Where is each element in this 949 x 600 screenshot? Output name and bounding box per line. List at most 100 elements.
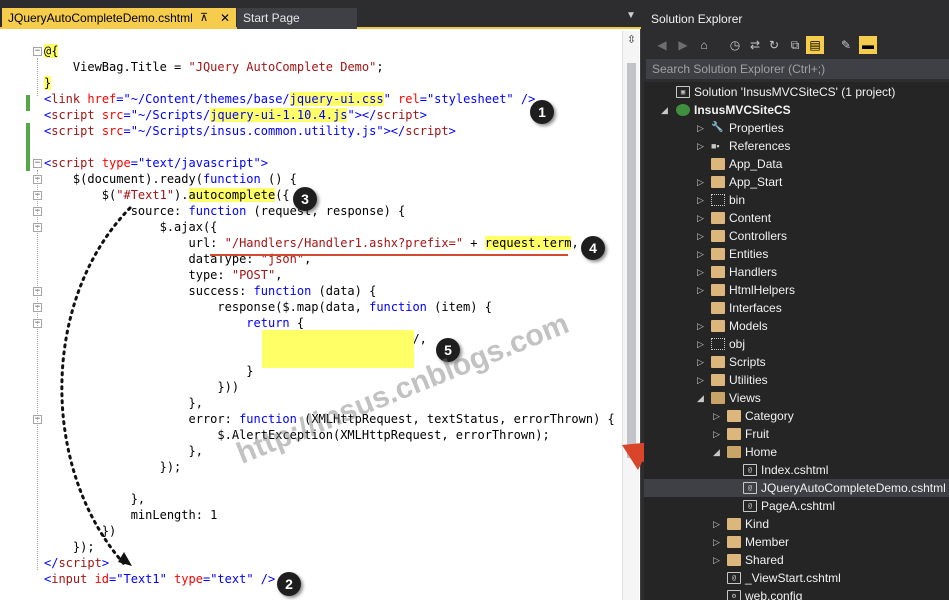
home-icon[interactable]: ⌂ [695,36,713,54]
collapsed-arrow-icon[interactable]: ▷ [697,317,707,335]
collapsed-arrow-icon[interactable]: ▷ [697,281,707,299]
collapsed-arrow-icon[interactable]: ▷ [697,173,707,191]
collapsed-arrow-icon[interactable]: ▷ [697,119,707,137]
expanded-arrow-icon[interactable]: ◢ [697,389,707,407]
collapsed-arrow-icon[interactable]: ▷ [697,209,707,227]
forward-icon[interactable]: ▶ [674,36,692,54]
collapse-icon[interactable]: − [33,159,42,168]
expanded-arrow-icon[interactable]: ◢ [661,101,671,119]
tree-item[interactable]: ▷ HtmlHelpers [644,281,949,299]
show-all-files-icon[interactable]: ▤ [806,36,824,54]
collapsed-arrow-icon[interactable]: ▷ [697,227,707,245]
tree-item[interactable]: ▷ obj [644,335,949,353]
tab-jquery-autocomplete-demo[interactable]: JQueryAutoCompleteDemo.cshtml ⊼ ✕ [2,8,236,29]
code-line[interactable]: <script type="text/javascript"> [44,155,268,171]
code-line[interactable]: }) [44,523,116,539]
close-icon[interactable]: ✕ [220,8,234,29]
tree-item[interactable]: ▷ Scripts [644,353,949,371]
collapse-all-icon[interactable]: ⧉ [786,36,804,54]
code-line[interactable]: ViewBag.Title = "JQuery AutoComplete Dem… [44,59,384,75]
tree-item[interactable]: ▷ App_Start [644,173,949,191]
code-line[interactable]: }, [44,395,202,411]
code-editor[interactable]: JQueryAutoCompleteDemo.cshtml ⊼ ✕ Start … [0,0,641,600]
collapsed-arrow-icon[interactable]: ▷ [697,191,707,209]
code-line[interactable]: $(document).ready(function () { [44,171,297,187]
tab-start-page[interactable]: Start Page [237,8,357,29]
search-input[interactable]: Search Solution Explorer (Ctrl+;) [646,59,949,79]
refresh-icon[interactable]: ↻ [765,36,783,54]
tree-item[interactable]: ▣ Solution 'InsusMVCSiteCS' (1 project) [644,83,949,101]
sync-icon[interactable]: ⇄ [746,36,764,54]
collapse-icon[interactable]: − [33,47,42,56]
code-line[interactable]: </script> [44,555,109,571]
collapsed-arrow-icon[interactable]: ▷ [713,551,723,569]
collapsed-arrow-icon[interactable]: ▷ [697,353,707,371]
code-line[interactable]: }); [44,539,95,555]
code-line[interactable]: } [44,75,52,91]
tree-item[interactable]: ▷ 🔧 Properties [644,119,949,137]
collapsed-arrow-icon[interactable]: ▷ [713,533,723,551]
code-line[interactable]: type: "POST", [44,267,282,283]
collapsed-arrow-icon[interactable]: ▷ [713,407,723,425]
code-line[interactable]: dataType: "json", [44,251,311,267]
collapsed-arrow-icon[interactable]: ▷ [697,371,707,389]
code-line[interactable]: return { [44,315,304,331]
tree-item[interactable]: ▷ bin [644,191,949,209]
vertical-scrollbar[interactable]: ⇳ [622,31,639,600]
collapsed-arrow-icon[interactable]: ▷ [697,335,707,353]
history-icon[interactable]: ◷ [726,36,744,54]
tree-item[interactable]: ▷ Member [644,533,949,551]
code-line[interactable]: <input id="Text1" type="text" /> [44,571,275,587]
code-line[interactable]: <link href="~/Content/themes/base/jquery… [44,91,535,107]
collapsed-arrow-icon[interactable]: ▷ [713,515,723,533]
tree-item[interactable]: App_Data [644,155,949,173]
code-line[interactable]: response($.map(data, function (item) { [44,299,492,315]
tree-item[interactable]: Interfaces [644,299,949,317]
code-line[interactable]: }, [44,443,202,459]
tree-item[interactable]: ⚙ web.config [644,587,949,600]
tree-item[interactable]: ▷ Fruit [644,425,949,443]
collapsed-arrow-icon[interactable]: ▷ [697,263,707,281]
tree-item[interactable]: ▷ Kind [644,515,949,533]
code-line[interactable]: minLength: 1 [44,507,218,523]
split-editor-icon[interactable]: ⇳ [625,33,638,47]
code-line[interactable]: })) [44,379,239,395]
tree-item[interactable]: ▷ Handlers [644,263,949,281]
tree-item[interactable]: @ Index.cshtml [644,461,949,479]
code-line[interactable]: @{ [44,43,59,59]
solution-tree[interactable]: ▣ Solution 'InsusMVCSiteCS' (1 project) ◢ I… [644,82,949,600]
code-line[interactable]: source: function (request, response) { [44,203,406,219]
code-line[interactable]: url: "/Handlers/Handler1.ashx?prefix=" +… [44,235,579,251]
code-line[interactable]: <script src="~/Scripts/insus.common.util… [44,123,456,139]
tree-item[interactable]: ▷ Content [644,209,949,227]
tree-item[interactable]: @ _ViewStart.cshtml [644,569,949,587]
collapsed-arrow-icon[interactable]: ▷ [697,137,707,155]
tree-item[interactable]: ▷ Controllers [644,227,949,245]
code-line[interactable]: $("#Text1").autocomplete({ [44,187,290,203]
back-icon[interactable]: ◀ [653,36,671,54]
tree-item[interactable]: ◢ Home [644,443,949,461]
code-line[interactable]: $.ajax({ [44,219,218,235]
collapsed-arrow-icon[interactable]: ▷ [697,245,707,263]
tree-item[interactable]: ▷ ■▪ References [644,137,949,155]
code-line[interactable]: } [44,363,253,379]
properties-icon[interactable]: ✎ [837,36,855,54]
tree-item[interactable]: ▷ Utilities [644,371,949,389]
tree-item[interactable]: ▷ Entities [644,245,949,263]
expanded-arrow-icon[interactable]: ◢ [713,443,723,461]
preview-icon[interactable]: ▬ [859,36,877,54]
code-line[interactable]: }, [44,491,145,507]
code-line[interactable]: success: function (data) { [44,283,376,299]
scrollbar-thumb[interactable] [627,63,636,458]
code-line[interactable]: }); [44,459,182,475]
tree-item[interactable]: ▷ Shared [644,551,949,569]
tree-item[interactable]: ◢ InsusMVCSiteCS [644,101,949,119]
code-line[interactable]: <script src="~/Scripts/jquery-ui-1.10.4.… [44,107,427,123]
tree-item-selected[interactable]: @ JQueryAutoCompleteDemo.cshtml [644,479,949,497]
pin-icon[interactable]: ⊼ [200,8,214,29]
tree-item[interactable]: @ PageA.cshtml [644,497,949,515]
tree-item[interactable]: ▷ Models [644,317,949,335]
tree-item[interactable]: ▷ Category [644,407,949,425]
tree-item[interactable]: ◢ Views [644,389,949,407]
chevron-down-icon[interactable]: ▼ [626,10,636,21]
